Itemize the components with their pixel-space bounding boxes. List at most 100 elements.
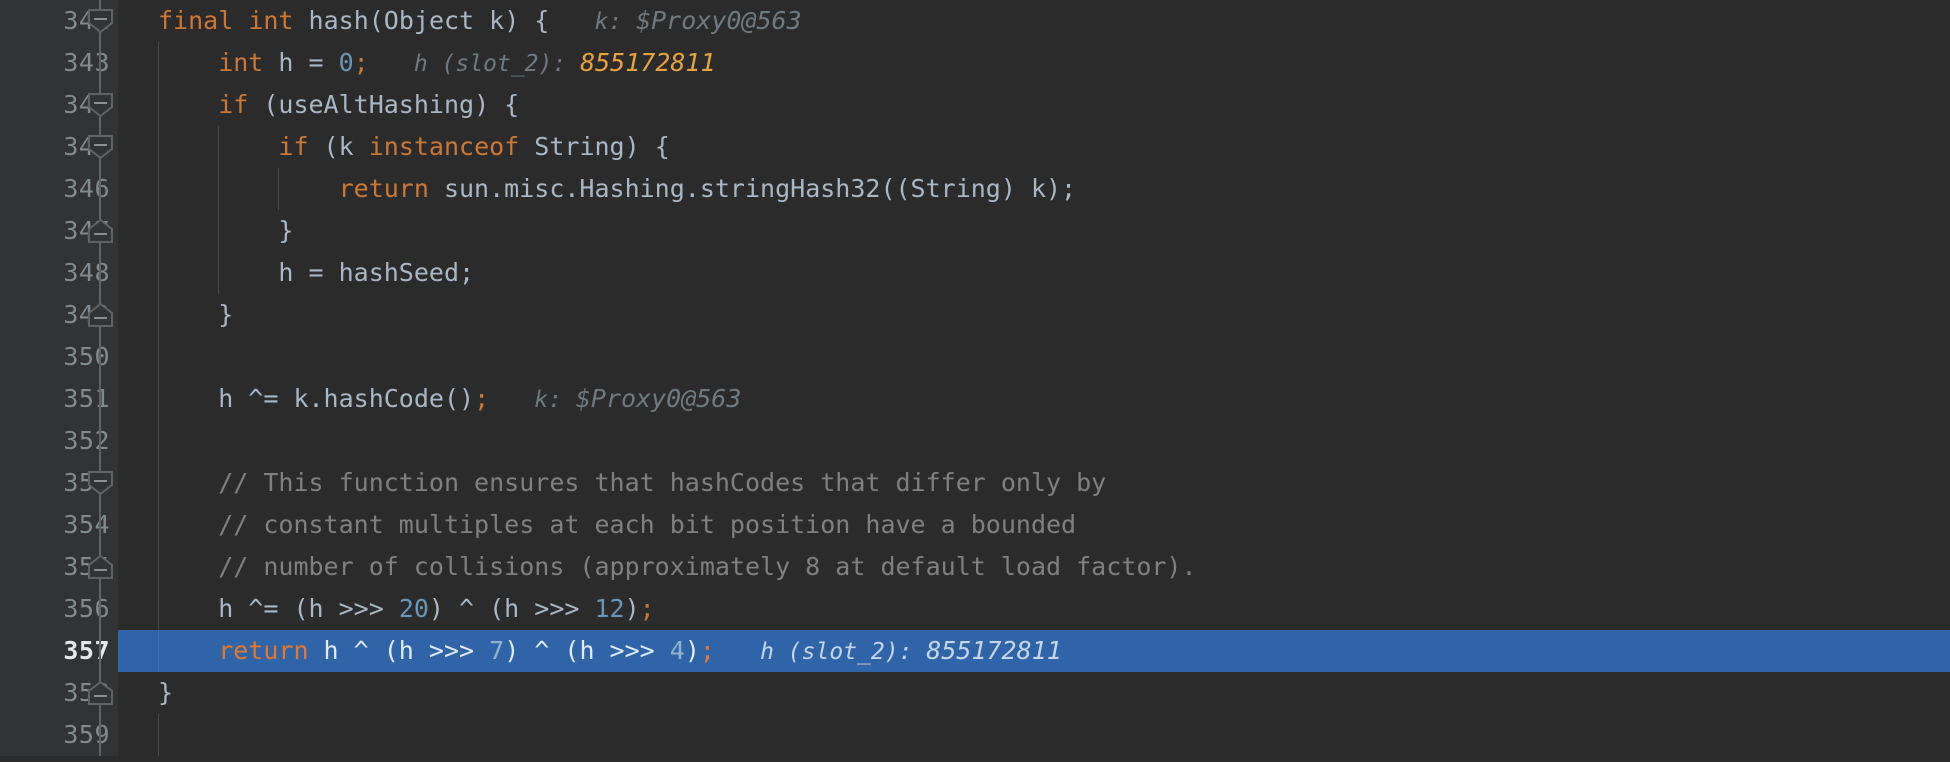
token-id: ) ^ (h >>> [504, 635, 670, 665]
code-line-content[interactable]: // number of collisions (approximately 8… [118, 546, 1950, 588]
code-line[interactable]: 346 return sun.misc.Hashing.stringHash32(… [0, 168, 1950, 210]
inline-hint-value[interactable]: $Proxy0@563 [576, 384, 742, 413]
gutter[interactable]: 349 [0, 294, 118, 336]
code-line[interactable]: 357 return h ^ (h >>> 7) ^ (h >>> 4); h (… [0, 630, 1950, 672]
code-text: if (k instanceof String) { [158, 126, 669, 168]
token-num: 7 [489, 635, 505, 665]
code-line-content[interactable]: } [118, 672, 1950, 714]
gutter[interactable]: 351 [0, 378, 118, 420]
code-line[interactable]: 342 final int hash(Object k) { k: $Proxy0… [0, 0, 1950, 42]
indent-guides [118, 210, 1950, 252]
code-line-content[interactable]: return sun.misc.Hashing.stringHash32((St… [118, 168, 1950, 210]
inline-hint-value[interactable]: 855172811 [926, 636, 1061, 665]
token-kw: if [218, 90, 249, 119]
gutter[interactable]: 343 [0, 42, 118, 84]
gutter[interactable]: 358 [0, 672, 118, 714]
line-number: 358 [63, 678, 110, 707]
indent-guides [118, 420, 1950, 462]
code-line[interactable]: 355 // number of collisions (approximatel… [0, 546, 1950, 588]
code-line[interactable]: 345 if (k instanceof String) { [0, 126, 1950, 168]
indent-guides [118, 294, 1950, 336]
gutter[interactable]: 342 [0, 0, 118, 42]
indent-guides [118, 672, 1950, 714]
gutter[interactable]: 354 [0, 504, 118, 546]
token-kw: final [158, 5, 234, 35]
code-text: h ^= (h >>> 20) ^ (h >>> 12); [158, 588, 655, 630]
token-kw: int [218, 47, 264, 77]
gutter[interactable]: 359 [0, 714, 118, 756]
token-id: h ^ (h >>> [308, 635, 490, 665]
code-text: return sun.misc.Hashing.stringHash32((St… [158, 168, 1077, 210]
code-text: } [158, 210, 293, 252]
gutter[interactable]: 357 [0, 630, 118, 672]
code-text: h ^= k.hashCode(); k: $Proxy0@563 [158, 378, 741, 420]
inline-hint-label[interactable]: k: [595, 9, 623, 35]
code-line[interactable]: 353 // This function ensures that hashCod… [0, 462, 1950, 504]
code-line-content[interactable]: int h = 0; h (slot_2): 855172811 [118, 42, 1950, 84]
code-line-content[interactable]: h ^= (h >>> 20) ^ (h >>> 12); [118, 588, 1950, 630]
gutter[interactable]: 346 [0, 168, 118, 210]
code-line[interactable]: 356 h ^= (h >>> 20) ^ (h >>> 12); [0, 588, 1950, 630]
code-line-content[interactable]: if (useAltHashing) { [118, 84, 1950, 126]
code-line-content[interactable]: h ^= k.hashCode(); k: $Proxy0@563 [118, 378, 1950, 420]
line-number: 349 [63, 300, 110, 329]
code-line[interactable]: 348 h = hashSeed; [0, 252, 1950, 294]
token-id [233, 6, 248, 35]
code-line[interactable]: 343 int h = 0; h (slot_2): 855172811 [0, 42, 1950, 84]
code-line[interactable]: 347} [0, 210, 1950, 252]
gutter[interactable]: 350 [0, 336, 118, 378]
inline-hint-label[interactable]: k: [534, 387, 562, 413]
code-line[interactable]: 354 // constant multiples at each bit pos… [0, 504, 1950, 546]
code-line-content[interactable]: if (k instanceof String) { [118, 126, 1950, 168]
token-id: ) [684, 635, 700, 665]
code-line-content[interactable] [118, 336, 1950, 378]
code-line-content[interactable]: h = hashSeed; [118, 252, 1950, 294]
indent-guides [118, 714, 1950, 756]
gutter[interactable]: 356 [0, 588, 118, 630]
code-line[interactable]: 349} [0, 294, 1950, 336]
code-line[interactable]: 352 [0, 420, 1950, 462]
gutter[interactable]: 352 [0, 420, 118, 462]
gutter[interactable]: 353 [0, 462, 118, 504]
inline-hint-label[interactable]: h (slot_2): [760, 639, 912, 665]
code-text: return h ^ (h >>> 7) ^ (h >>> 4); h (slo… [158, 630, 1062, 672]
code-line[interactable]: 359 [0, 714, 1950, 756]
gutter[interactable]: 355 [0, 546, 118, 588]
code-line[interactable]: 358} [0, 672, 1950, 714]
inline-hint-value[interactable]: 855172811 [580, 48, 715, 77]
gutter[interactable]: 344 [0, 84, 118, 126]
inline-hint-label[interactable]: h (slot_2): [414, 51, 566, 77]
code-line[interactable]: 350 [0, 336, 1950, 378]
code-editor[interactable]: 342 final int hash(Object k) { k: $Proxy0… [0, 0, 1950, 762]
line-number: 357 [63, 636, 110, 665]
code-line-content[interactable] [118, 714, 1950, 756]
hint-gap [912, 639, 926, 665]
line-number: 343 [63, 48, 110, 77]
code-line-content[interactable]: } [118, 210, 1950, 252]
code-line-content[interactable]: return h ^ (h >>> 7) ^ (h >>> 4); h (slo… [118, 630, 1950, 672]
gutter[interactable]: 347 [0, 210, 118, 252]
indent-guides [118, 336, 1950, 378]
line-number: 348 [63, 258, 110, 287]
hint-gap [562, 387, 576, 413]
token-cmt: // number of collisions (approximately 8… [218, 552, 1197, 581]
code-text: } [158, 672, 173, 714]
code-line-content[interactable] [118, 420, 1950, 462]
gutter[interactable]: 348 [0, 252, 118, 294]
gutter[interactable]: 345 [0, 126, 118, 168]
inline-hint-value[interactable]: $Proxy0@563 [636, 6, 802, 35]
hint-gap [566, 51, 580, 77]
line-number: 354 [63, 510, 110, 539]
line-number: 359 [63, 720, 110, 749]
code-text: // constant multiples at each bit positi… [158, 504, 1076, 546]
code-line-content[interactable]: final int hash(Object k) { k: $Proxy0@56… [118, 0, 1950, 42]
code-line[interactable]: 351 h ^= k.hashCode(); k: $Proxy0@563 [0, 378, 1950, 420]
line-number: 355 [63, 552, 110, 581]
code-line[interactable]: 344 if (useAltHashing) { [0, 84, 1950, 126]
line-number: 352 [63, 426, 110, 455]
code-line-content[interactable]: // This function ensures that hashCodes … [118, 462, 1950, 504]
indent-guide [158, 336, 159, 378]
token-id: sun.misc.Hashing.stringHash32((String) k… [428, 174, 1077, 203]
code-line-content[interactable]: // constant multiples at each bit positi… [118, 504, 1950, 546]
code-line-content[interactable]: } [118, 294, 1950, 336]
